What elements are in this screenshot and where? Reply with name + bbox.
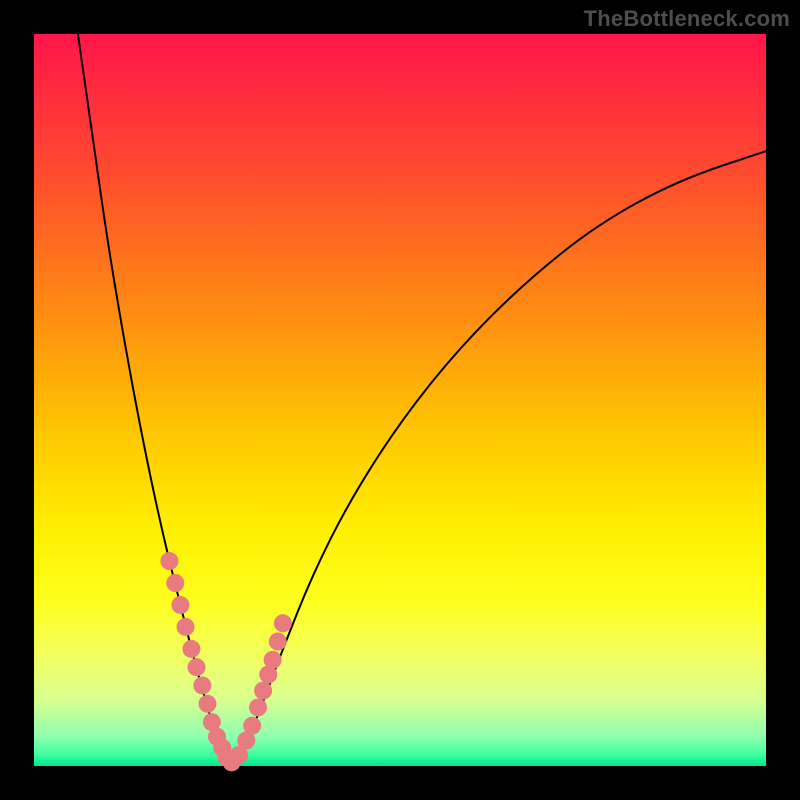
data-point bbox=[198, 695, 216, 713]
curve-right-branch bbox=[232, 151, 766, 766]
chart-frame: TheBottleneck.com bbox=[0, 0, 800, 800]
bottleneck-curve bbox=[34, 34, 766, 766]
curve-left-branch bbox=[78, 34, 232, 766]
data-point bbox=[264, 651, 282, 669]
data-point bbox=[166, 574, 184, 592]
plot-area bbox=[34, 34, 766, 766]
data-point bbox=[160, 552, 178, 570]
highlighted-points-group bbox=[160, 552, 291, 771]
data-point bbox=[188, 658, 206, 676]
data-point bbox=[254, 682, 272, 700]
data-point bbox=[171, 596, 189, 614]
data-point bbox=[269, 633, 287, 651]
data-point bbox=[177, 618, 195, 636]
data-point bbox=[243, 717, 261, 735]
data-point bbox=[274, 614, 292, 632]
watermark-text: TheBottleneck.com bbox=[584, 6, 790, 32]
data-point bbox=[193, 676, 211, 694]
data-point bbox=[182, 640, 200, 658]
data-point bbox=[249, 698, 267, 716]
